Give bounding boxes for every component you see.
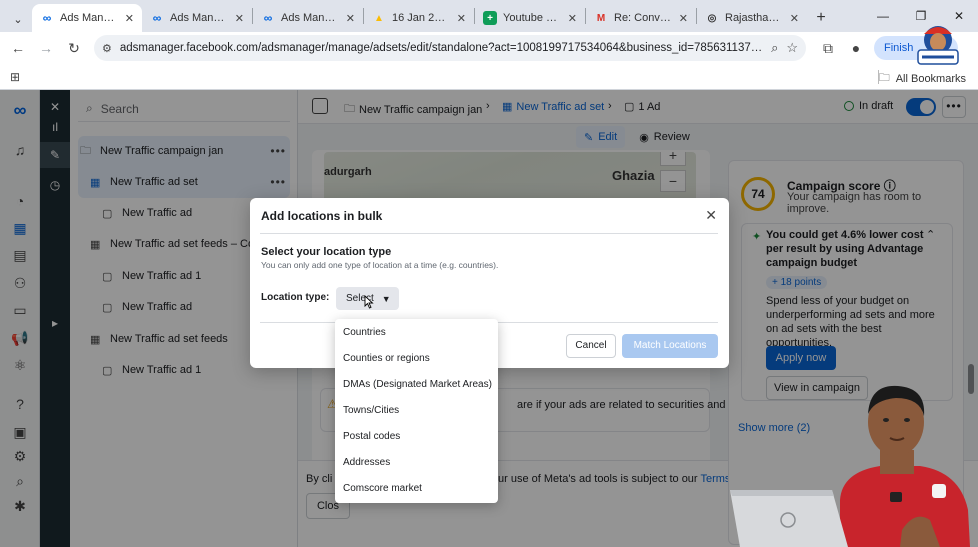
close-tab-icon[interactable]: ✕ bbox=[125, 12, 134, 25]
option-addresses[interactable]: Addresses bbox=[335, 450, 498, 476]
browser-tab-6[interactable]: ◎ Rajasthan PIN ✕ bbox=[697, 4, 807, 32]
option-dmas[interactable]: DMAs (Designated Market Areas) bbox=[335, 372, 498, 398]
meta-icon: ∞ bbox=[42, 11, 52, 25]
browser-tab-4[interactable]: + Youtube vide ✕ bbox=[475, 4, 585, 32]
cancel-button[interactable]: Cancel bbox=[566, 334, 616, 358]
drive-icon: ▲ bbox=[374, 12, 384, 24]
section-hint: You can only add one type of location at… bbox=[261, 260, 499, 270]
tab-search-chevron-icon[interactable]: ⌄ bbox=[4, 6, 32, 32]
pin-icon: ◎ bbox=[707, 12, 717, 24]
bookmark-star-icon[interactable]: ☆ bbox=[786, 40, 798, 56]
tab-title: Re: Conversati bbox=[614, 12, 673, 24]
tab-title: Ads Manager bbox=[170, 12, 229, 24]
close-icon[interactable]: ✕ bbox=[705, 207, 717, 224]
option-comscore-market[interactable]: Comscore market bbox=[335, 476, 498, 502]
extensions-icon[interactable]: ⧉ bbox=[814, 40, 842, 57]
close-tab-icon[interactable]: ✕ bbox=[346, 12, 355, 25]
tab-title: 16 Jan 2026 - bbox=[392, 12, 451, 24]
minimize-icon[interactable]: — bbox=[864, 0, 902, 32]
back-icon[interactable]: ← bbox=[4, 34, 32, 62]
address-bar-row: ← → ↻ ⚙ adsmanager.facebook.com/adsmanag… bbox=[0, 32, 978, 64]
bookmarks-bar: ⊞ 🗀 All Bookmarks bbox=[0, 64, 978, 90]
close-tab-icon[interactable]: ✕ bbox=[679, 12, 688, 25]
tab-title: Ads Manager bbox=[281, 12, 340, 24]
all-bookmarks-label: All Bookmarks bbox=[895, 72, 966, 85]
site-settings-icon[interactable]: ⚙ bbox=[102, 42, 112, 55]
tab-title: Youtube vide bbox=[503, 12, 562, 24]
forward-icon[interactable]: → bbox=[32, 34, 60, 62]
meta-icon: ∞ bbox=[152, 11, 162, 25]
presenter-webcam-video bbox=[730, 385, 970, 547]
profile-extension-icon[interactable]: ● bbox=[842, 40, 870, 56]
match-locations-button[interactable]: Match Locations bbox=[622, 334, 718, 358]
browser-tab-1[interactable]: ∞ Ads Manager ✕ bbox=[142, 4, 252, 32]
zoom-icon[interactable]: ⌕ bbox=[771, 40, 778, 56]
tab-title: Rajasthan PIN bbox=[725, 12, 784, 24]
browser-tab-strip: ⌄ ∞ Ads Manager ✕ ∞ Ads Manager ✕ ∞ Ads … bbox=[0, 0, 978, 32]
browser-tab-5[interactable]: M Re: Conversati ✕ bbox=[586, 4, 696, 32]
section-title: Select your location type bbox=[261, 246, 392, 258]
dialog-title: Add locations in bulk bbox=[261, 209, 383, 223]
close-tab-icon[interactable]: ✕ bbox=[568, 12, 577, 25]
browser-tab-3[interactable]: ▲ 16 Jan 2026 - ✕ bbox=[364, 4, 474, 32]
divider bbox=[260, 233, 718, 234]
new-tab-button[interactable]: + bbox=[807, 4, 835, 32]
url-text[interactable]: adsmanager.facebook.com/adsmanager/manag… bbox=[120, 42, 763, 54]
sheets-icon: + bbox=[483, 11, 497, 25]
mouse-pointer-icon bbox=[364, 295, 374, 309]
location-type-dropdown: Countries Counties or regions DMAs (Desi… bbox=[335, 319, 498, 503]
location-type-label: Location type: bbox=[261, 292, 330, 303]
close-tab-icon[interactable]: ✕ bbox=[235, 12, 244, 25]
option-postal-codes[interactable]: Postal codes bbox=[335, 424, 498, 450]
url-omnibox[interactable]: ⚙ adsmanager.facebook.com/adsmanager/man… bbox=[94, 35, 806, 61]
caret-down-icon: ▼ bbox=[381, 293, 391, 304]
meta-icon: ∞ bbox=[263, 11, 273, 25]
apps-grid-icon[interactable]: ⊞ bbox=[10, 70, 20, 84]
browser-tab-0[interactable]: ∞ Ads Manager ✕ bbox=[32, 4, 142, 32]
reload-icon[interactable]: ↻ bbox=[60, 34, 88, 62]
gmail-icon: M bbox=[596, 12, 606, 24]
close-tab-icon[interactable]: ✕ bbox=[790, 12, 799, 25]
option-countries[interactable]: Countries bbox=[335, 320, 498, 346]
channel-avatar-badge bbox=[917, 26, 959, 65]
browser-tab-2[interactable]: ∞ Ads Manager ✕ bbox=[253, 4, 363, 32]
option-counties-regions[interactable]: Counties or regions bbox=[335, 346, 498, 372]
tab-title: Ads Manager bbox=[60, 12, 119, 24]
folder-icon: 🗀 bbox=[878, 72, 890, 84]
close-tab-icon[interactable]: ✕ bbox=[457, 12, 466, 25]
option-towns-cities[interactable]: Towns/Cities bbox=[335, 398, 498, 424]
